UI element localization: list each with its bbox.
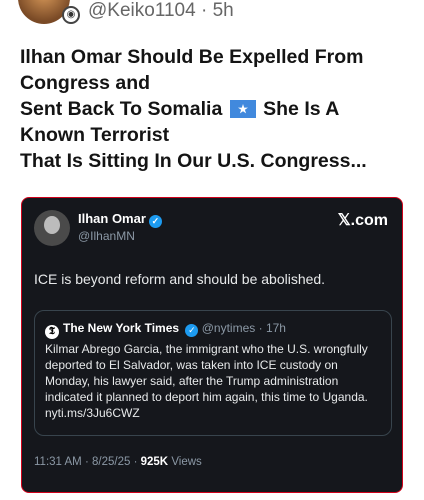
quoted-name[interactable]: The New York Times — [63, 321, 179, 335]
embedded-avatar[interactable] — [34, 210, 70, 246]
headline-line: Congress and — [20, 72, 151, 94]
tweet-time[interactable]: 11:31 AM — [34, 456, 82, 468]
views-count: 925K — [140, 456, 169, 468]
separator: · — [133, 456, 138, 468]
nyt-logo-icon: 𝕿 — [45, 325, 59, 339]
embedded-name-row: Ilhan Omar ✓ — [78, 211, 162, 228]
quoted-handle[interactable]: @nytimes — [202, 321, 256, 335]
tweet-meta: 11:31 AM · 8/25/25 · 925K Views — [34, 456, 202, 468]
embedded-tweet-text: ICE is beyond reform and should be aboli… — [34, 271, 326, 287]
headline-line: Known Terrorist — [20, 124, 170, 146]
verified-icon: ✓ — [185, 324, 199, 337]
author-line: @Keiko1104 · 5h — [88, 0, 234, 22]
x-logo[interactable]: 𝕏.com — [338, 210, 388, 230]
tweet-date[interactable]: 8/25/25 — [92, 456, 130, 468]
author-handle[interactable]: @Keiko1104 — [88, 0, 196, 21]
separator: · — [258, 321, 263, 335]
embedded-name[interactable]: Ilhan Omar — [78, 211, 146, 226]
quoted-age: 17h — [265, 321, 286, 335]
headline-fragment: She Is A — [263, 98, 340, 120]
quoted-header: 𝕿 The New York Times ✓ @nytimes · 17h — [45, 321, 286, 339]
quoted-tweet[interactable]: 𝕿 The New York Times ✓ @nytimes · 17h Kil… — [34, 310, 392, 436]
headline-line: That Is Sitting In Our U.S. Congress... — [20, 150, 367, 172]
headline-line: Ilhan Omar Should Be Expelled From — [20, 46, 364, 68]
quoted-body: Kilmar Abrego Garcia, the immigrant who … — [45, 342, 368, 420]
post-age: 5h — [212, 0, 234, 21]
embedded-tweet-card[interactable]: Ilhan Omar ✓ @IlhanMN 𝕏.com ICE is beyond… — [21, 197, 403, 493]
somalia-flag-icon — [229, 100, 256, 118]
views-label: Views — [171, 456, 202, 468]
post-text: Ilhan Omar Should Be Expelled From Congr… — [20, 44, 412, 174]
embedded-handle[interactable]: @IlhanMN — [78, 229, 135, 243]
community-badge-icon: ◉ — [62, 6, 80, 24]
separator: · — [84, 456, 89, 468]
headline-fragment: Sent Back To Somalia — [20, 98, 223, 120]
headline-line: Sent Back To Somalia She Is A — [20, 96, 412, 122]
separator: · — [200, 0, 208, 21]
verified-icon: ✓ — [148, 215, 162, 228]
post-header: ◉ @Keiko1104 · 5h — [0, 0, 424, 28]
